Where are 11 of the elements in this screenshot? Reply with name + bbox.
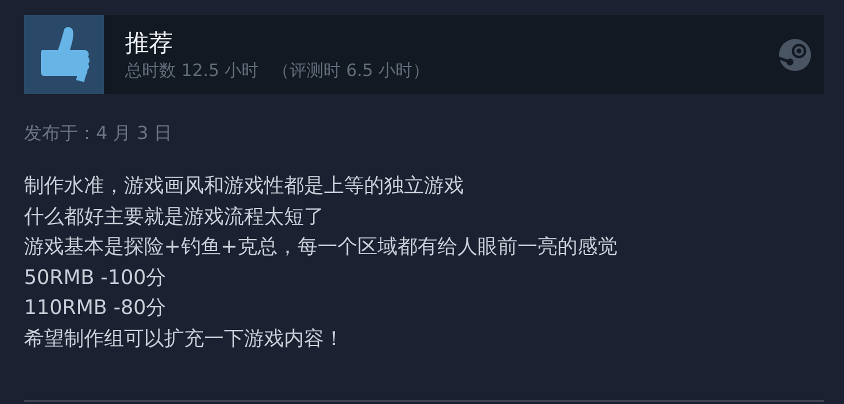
review-verdict: 推荐 xyxy=(125,28,174,58)
review-text-line: 110RMB -80分 xyxy=(24,294,168,321)
posted-date: 发布于：4 月 3 日 xyxy=(24,123,174,145)
review-text-line: 游戏基本是探险+钓鱼+克总，每一个区域都有给人眼前一亮的感觉 xyxy=(24,233,619,260)
playtime-at-review: （评测时 6.5 小时） xyxy=(272,60,430,82)
total-playtime: 总时数 12.5 小时 xyxy=(125,60,259,82)
review-text-line: 什么都好主要就是游戏流程太短了 xyxy=(24,202,325,230)
review-text-line: 制作水准，游戏画风和游戏性都是上等的独立游戏 xyxy=(24,172,465,199)
review-text-line: 50RMB -100分 xyxy=(24,264,168,290)
steam-logo-icon xyxy=(778,38,812,72)
review-text-line: 希望制作组可以扩充一下游戏内容！ xyxy=(24,324,345,352)
